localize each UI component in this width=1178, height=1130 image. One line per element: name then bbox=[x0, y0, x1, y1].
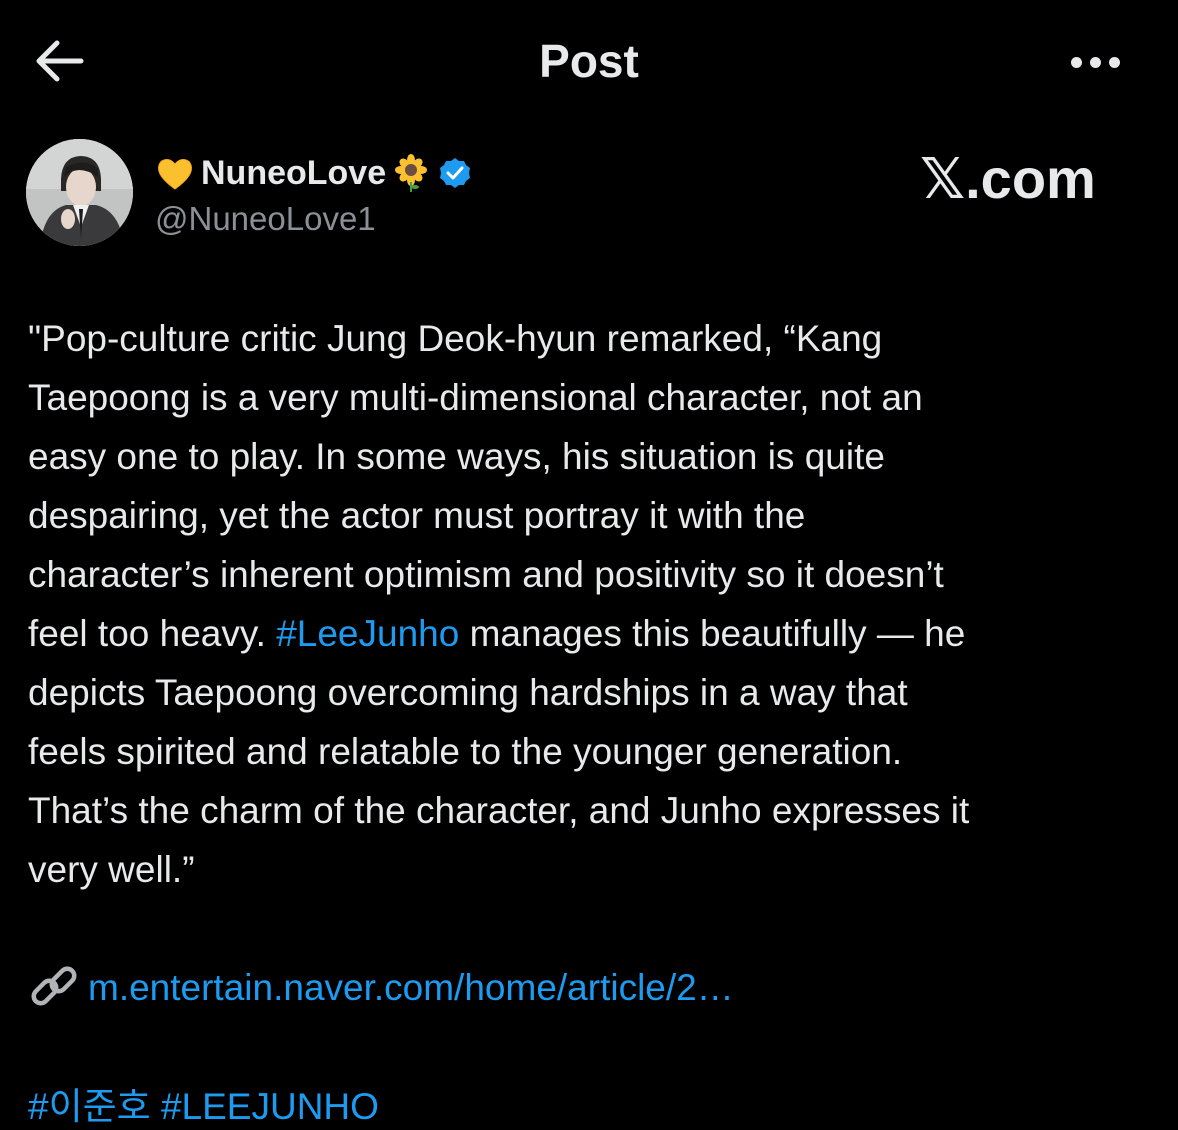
top-bar: Post bbox=[0, 0, 1178, 125]
tweet-line: easy one to play. In some ways, his situ… bbox=[28, 436, 885, 477]
hashtag-link[interactable]: #LeeJunho bbox=[276, 613, 459, 654]
link-row: m.entertain.naver.com/home/article/2… bbox=[28, 958, 734, 1018]
tweet-line: That’s the charm of the character, and J… bbox=[28, 790, 970, 831]
verified-badge-icon bbox=[440, 158, 471, 188]
display-name[interactable]: NuneoLove bbox=[201, 154, 386, 193]
tweet-line-text: feel too heavy. bbox=[28, 613, 277, 654]
tweet-line-text: manages this beautifully — he bbox=[459, 613, 966, 654]
tweet-line: very well.” bbox=[28, 849, 195, 890]
name-row: NuneoLove bbox=[155, 150, 472, 196]
avatar-image bbox=[26, 139, 133, 246]
tweet-line: Taepoong is a very multi-dimensional cha… bbox=[28, 377, 923, 418]
tweet-line: "Pop-culture critic Jung Deok-hyun remar… bbox=[28, 318, 883, 359]
tweet-text: "Pop-culture critic Jung Deok-hyun remar… bbox=[28, 309, 1158, 899]
yellow-heart-icon bbox=[158, 159, 192, 190]
hashtags-row[interactable]: #이준호 #LEEJUNHO bbox=[28, 1076, 379, 1130]
watermark-logo: 𝕏.com bbox=[920, 147, 1096, 210]
link-icon bbox=[31, 966, 77, 1006]
article-link[interactable]: m.entertain.naver.com/home/article/2… bbox=[88, 967, 734, 1009]
handle[interactable]: @NuneoLove1 bbox=[155, 200, 472, 238]
avatar[interactable] bbox=[26, 139, 133, 246]
tweet-line: despairing, yet the actor must portray i… bbox=[28, 495, 806, 536]
tweet-line: character’s inherent optimism and positi… bbox=[28, 554, 944, 595]
tweet-line: feel too heavy. #LeeJunho manages this b… bbox=[28, 604, 1158, 663]
more-horizontal-icon bbox=[1070, 56, 1082, 68]
page-title: Post bbox=[539, 35, 639, 87]
more-button[interactable] bbox=[1060, 44, 1130, 80]
tweet-line: feels spirited and relatable to the youn… bbox=[28, 731, 903, 772]
author-block[interactable]: NuneoLove @NuneoLove1 bbox=[155, 150, 472, 238]
tweet-line: depicts Taepoong overcoming hardships in… bbox=[28, 672, 908, 713]
sunflower-icon bbox=[395, 154, 428, 192]
